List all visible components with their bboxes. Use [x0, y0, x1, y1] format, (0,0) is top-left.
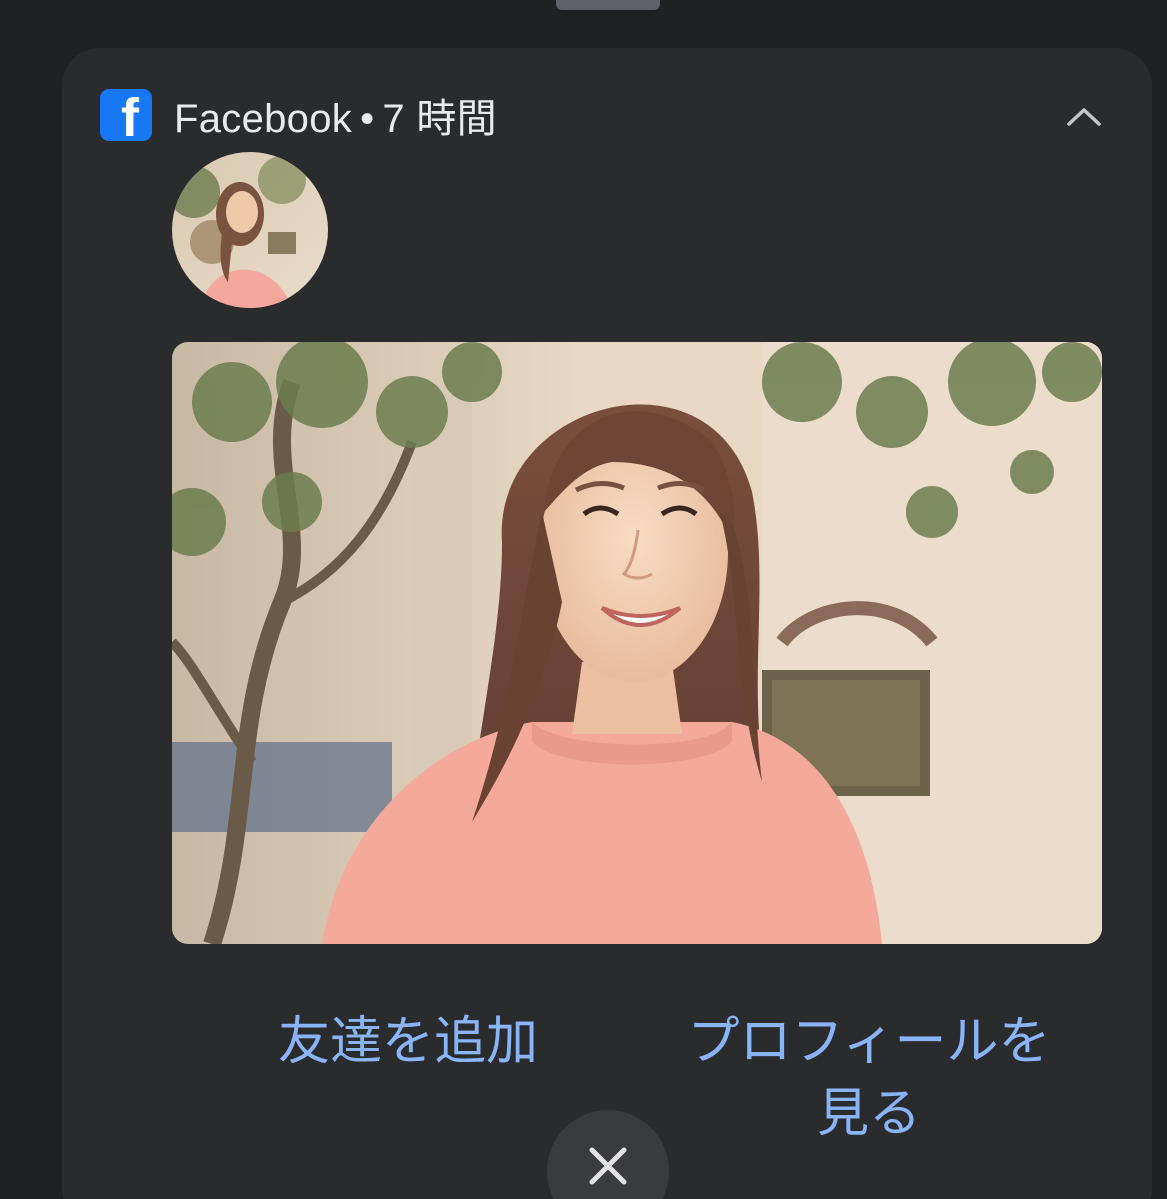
separator-dot: • — [360, 97, 375, 141]
app-name: Facebook — [174, 97, 353, 141]
drag-handle[interactable] — [556, 0, 660, 10]
avatar — [172, 152, 328, 308]
facebook-f-icon: f — [100, 89, 152, 141]
notification-image[interactable] — [172, 342, 1102, 944]
time-ago: 7 時間 — [382, 97, 497, 141]
notification-source: Facebook • 7 時間 — [174, 86, 497, 144]
view-profile-button[interactable]: プロフィールを見る — [674, 1006, 1064, 1150]
notification-card[interactable]: f Facebook • 7 時間 友達を追加 プロフィールを見る — [62, 48, 1152, 1199]
notification-header: f Facebook • 7 時間 — [100, 88, 497, 142]
add-friend-button[interactable]: 友達を追加 — [258, 1006, 558, 1078]
close-icon — [589, 1147, 627, 1185]
notification-shade: f Facebook • 7 時間 友達を追加 プロフィールを見る — [0, 0, 1167, 1199]
chevron-up-icon[interactable] — [1064, 100, 1104, 130]
